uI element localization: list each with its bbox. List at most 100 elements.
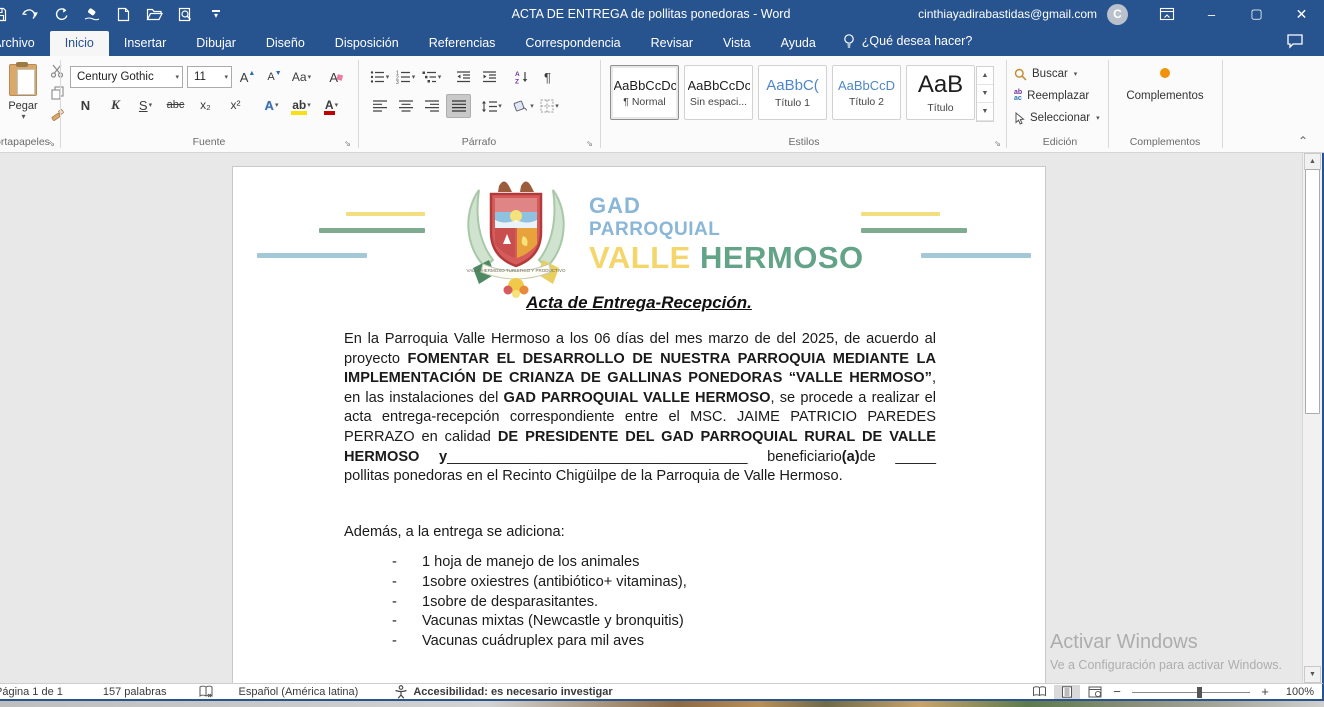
strikethrough-button[interactable]: abc — [164, 94, 187, 116]
shading-button[interactable]: ▾ — [512, 95, 535, 117]
paste-button[interactable]: Pegar ▾ — [0, 64, 46, 136]
group-parrafo: ▾ 123▾ ▾ AZ ¶ ▾ ▾ ▾ Párrafo — [360, 56, 598, 151]
clipboard-dialog-launcher-icon[interactable] — [46, 138, 57, 149]
find-button[interactable]: Buscar▾ — [1014, 64, 1100, 84]
close-button[interactable]: ✕ — [1279, 0, 1324, 28]
scrollbar-thumb[interactable] — [1305, 169, 1320, 414]
line-spacing-button[interactable]: ▾ — [480, 95, 503, 117]
zoom-out-button[interactable]: − — [1110, 684, 1124, 699]
ribbon-display-options-icon[interactable] — [1144, 0, 1189, 28]
print-layout-button[interactable] — [1054, 685, 1080, 699]
read-mode-button[interactable] — [1026, 685, 1052, 699]
highlight-button[interactable]: ab▾ — [290, 94, 313, 116]
justify-button[interactable] — [446, 94, 471, 118]
proofing-icon[interactable] — [186, 685, 226, 698]
numbering-button[interactable]: 123▾ — [394, 66, 417, 88]
shrink-font-button[interactable]: A▼ — [263, 66, 286, 88]
tab-correspondencia[interactable]: Correspondencia — [510, 31, 635, 57]
maximize-button[interactable]: ▢ — [1234, 0, 1279, 28]
zoom-in-button[interactable]: + — [1258, 684, 1272, 699]
word-count[interactable]: 157 palabras — [90, 686, 180, 698]
ribbon-tab-row: Archivo Inicio Insertar Dibujar Diseño D… — [0, 28, 1324, 56]
document-page[interactable]: VALLE HERMOSO TURISTICO Y PRODUCTIVO GAD… — [232, 166, 1046, 683]
sort-button[interactable]: AZ — [510, 66, 533, 88]
list-item: -Vacunas mixtas (Newcastle y bronquitis) — [392, 612, 932, 632]
style-titulo[interactable]: AaB Título — [906, 65, 975, 120]
tab-ayuda[interactable]: Ayuda — [766, 31, 831, 57]
borders-button[interactable]: ▾ — [538, 95, 561, 117]
styles-more-icon[interactable]: ▼ — [977, 103, 993, 121]
styles-scroll-up-icon[interactable]: ▲ — [977, 67, 993, 85]
style-titulo-1[interactable]: AaBbC( Título 1 — [758, 65, 827, 120]
style-titulo-2[interactable]: AaBbCcD Título 2 — [832, 65, 901, 120]
tab-diseno[interactable]: Diseño — [251, 31, 320, 57]
show-marks-button[interactable]: ¶ — [536, 66, 559, 88]
draw-eraser-icon[interactable] — [83, 5, 101, 23]
addins-button[interactable]: Complementos — [1110, 68, 1220, 102]
logo-line — [257, 253, 367, 258]
styles-scroll-down-icon[interactable]: ▼ — [977, 85, 993, 103]
tab-inicio[interactable]: Inicio — [50, 31, 109, 57]
multilevel-list-button[interactable]: ▾ — [420, 66, 443, 88]
zoom-level[interactable]: 100% — [1274, 686, 1314, 698]
font-size-select[interactable]: 11 ▾ — [187, 66, 232, 88]
tab-vista[interactable]: Vista — [708, 31, 766, 57]
bullets-button[interactable]: ▾ — [368, 66, 391, 88]
group-portapapeles: Pegar ▾ Portapapeles — [0, 56, 60, 151]
italic-button[interactable]: K — [104, 94, 127, 116]
tell-me-search[interactable]: ¿Qué desea hacer? — [831, 27, 985, 56]
zoom-slider-thumb[interactable] — [1197, 687, 1202, 698]
font-dialog-launcher-icon[interactable] — [342, 138, 353, 149]
style-sin-espaciado[interactable]: AaBbCcDc Sin espaci... — [684, 65, 753, 120]
change-case-button[interactable]: Aa▾ — [290, 66, 313, 88]
clear-formatting-button[interactable]: A◆ — [325, 66, 348, 88]
underline-button[interactable]: S▾ — [134, 94, 157, 116]
save-icon[interactable] — [0, 5, 8, 23]
print-preview-icon[interactable] — [176, 5, 194, 23]
scroll-down-icon[interactable]: ▼ — [1304, 666, 1321, 683]
bold-button[interactable]: N — [74, 94, 97, 116]
avatar[interactable]: C — [1107, 4, 1128, 25]
styles-dialog-launcher-icon[interactable] — [992, 138, 1003, 149]
redo-icon[interactable] — [52, 5, 70, 23]
open-folder-icon[interactable] — [145, 5, 163, 23]
scroll-up-icon[interactable]: ▲ — [1304, 153, 1321, 170]
collapse-ribbon-icon[interactable]: ⌃ — [1298, 134, 1308, 148]
tab-revisar[interactable]: Revisar — [636, 31, 708, 57]
web-layout-button[interactable] — [1082, 685, 1108, 699]
align-right-button[interactable] — [420, 95, 443, 117]
language-indicator[interactable]: Español (América latina) — [226, 686, 372, 698]
account-email[interactable]: cinthiayadirabastidas@gmail.com — [918, 7, 1097, 21]
subscript-button[interactable]: x₂ — [194, 94, 217, 116]
increase-indent-button[interactable] — [478, 66, 501, 88]
cursor-arrow-icon — [1014, 112, 1025, 125]
style-normal[interactable]: AaBbCcDc ¶ Normal — [610, 65, 679, 120]
undo-icon[interactable]: ▾ — [21, 5, 39, 23]
accessibility-status[interactable]: Accesibilidad: es necesario investigar — [381, 685, 625, 699]
comments-icon[interactable] — [1286, 33, 1304, 54]
superscript-button[interactable]: x² — [224, 94, 247, 116]
decrease-indent-button[interactable] — [452, 66, 475, 88]
customize-qat-icon[interactable]: ▾ — [207, 5, 225, 23]
font-family-select[interactable]: Century Gothic ▾ — [70, 66, 183, 88]
paragraph-dialog-launcher-icon[interactable] — [584, 138, 595, 149]
grow-font-button[interactable]: A▲ — [236, 66, 259, 88]
undo-dropdown-icon[interactable]: ▾ — [33, 10, 38, 19]
font-color-button[interactable]: A▾ — [320, 94, 343, 116]
text-effects-button[interactable]: A▾ — [260, 94, 283, 116]
tab-disposicion[interactable]: Disposición — [320, 31, 414, 57]
tab-dibujar[interactable]: Dibujar — [181, 31, 251, 57]
new-document-icon[interactable] — [114, 5, 132, 23]
page-indicator[interactable]: Página 1 de 1 — [0, 686, 76, 698]
tab-insertar[interactable]: Insertar — [109, 31, 181, 57]
tab-referencias[interactable]: Referencias — [414, 31, 511, 57]
vertical-scrollbar[interactable]: ▲ ▼ — [1302, 153, 1322, 683]
minimize-button[interactable]: – — [1189, 0, 1234, 28]
align-center-button[interactable] — [394, 95, 417, 117]
tab-archivo[interactable]: Archivo — [0, 31, 50, 57]
align-left-button[interactable] — [368, 95, 391, 117]
zoom-slider[interactable] — [1132, 685, 1250, 699]
replace-button[interactable]: abac Reemplazar — [1014, 86, 1100, 106]
select-button[interactable]: Seleccionar▾ — [1014, 108, 1100, 128]
crest-icon: VALLE HERMOSO TURISTICO Y PRODUCTIVO — [455, 172, 577, 304]
